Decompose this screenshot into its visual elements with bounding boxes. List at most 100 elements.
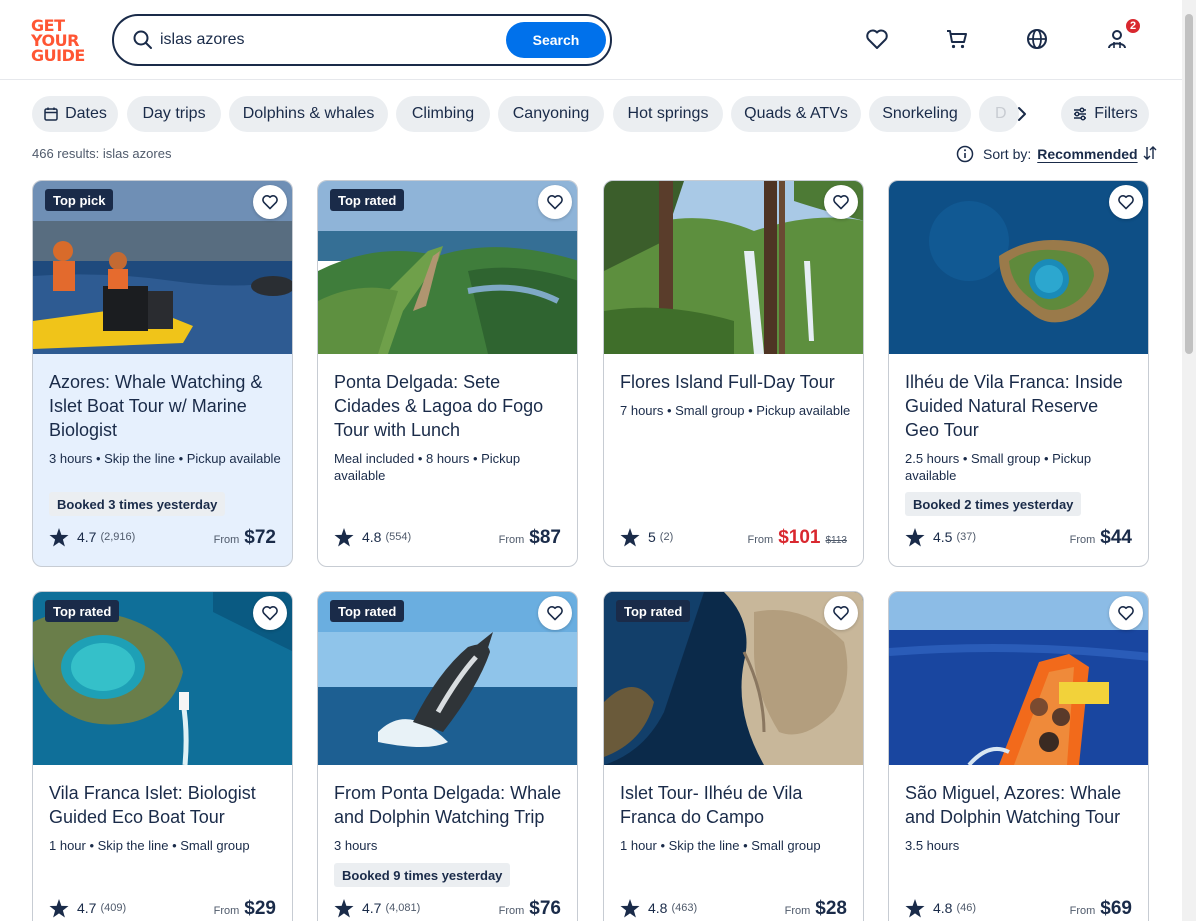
search-button[interactable]: Search	[506, 22, 606, 58]
price: From $28	[785, 898, 847, 921]
sliders-icon	[1072, 106, 1088, 122]
rating: 4.8 (554)	[334, 527, 411, 547]
activity-card[interactable]: São Miguel, Azores: Whale and Dolphin Wa…	[888, 591, 1149, 921]
wishlist-heart-icon[interactable]	[824, 596, 858, 630]
rating-value: 5	[648, 529, 656, 545]
top-rated-badge: Top rated	[330, 600, 405, 622]
filter-chip-bar: Dates Day trips Dolphins & whales Climbi…	[32, 96, 1150, 132]
price-amount: $44	[1100, 527, 1132, 548]
price-amount: $29	[244, 898, 276, 919]
price-from-label: From	[498, 534, 525, 546]
review-count: (46)	[956, 902, 977, 914]
activity-title[interactable]: Islet Tour- Ilhéu de Vila Franca do Camp…	[620, 781, 852, 829]
star-icon	[905, 527, 925, 547]
wishlist-heart-icon[interactable]	[864, 26, 890, 52]
calendar-icon	[43, 106, 59, 122]
activity-card[interactable]: Top rated Islet Tour- Ilhéu de Vila Fran…	[603, 591, 864, 921]
filters-label: Filters	[1094, 105, 1138, 122]
review-count: (2,916)	[100, 531, 136, 543]
filters-button[interactable]: Filters	[1061, 96, 1149, 132]
logo-line-3: GUIDE	[31, 45, 85, 65]
chip-snorkeling[interactable]: Snorkeling	[869, 96, 971, 132]
rating: 4.7 (2,916)	[49, 527, 135, 547]
wishlist-heart-icon[interactable]	[1109, 596, 1143, 630]
sort-control[interactable]: Sort by: Recommended	[956, 144, 1158, 164]
rating-value: 4.8	[648, 900, 668, 916]
chevron-right-icon[interactable]	[1012, 104, 1032, 124]
activity-title[interactable]: Flores Island Full-Day Tour	[620, 370, 852, 394]
activity-card[interactable]: Top rated Ponta Delgada: Sete Cidades & …	[317, 180, 578, 567]
price-from-label: From	[213, 534, 240, 546]
wishlist-heart-icon[interactable]	[538, 185, 572, 219]
chip-quads-atvs[interactable]: Quads & ATVs	[731, 96, 861, 132]
info-icon[interactable]	[956, 145, 974, 163]
rating-value: 4.5	[933, 529, 953, 545]
activity-title[interactable]: From Ponta Delgada: Whale and Dolphin Wa…	[334, 781, 566, 829]
chip-hot-springs[interactable]: Hot springs	[613, 96, 723, 132]
wishlist-heart-icon[interactable]	[1109, 185, 1143, 219]
site-header: GET YOUR GUIDE Search 2	[0, 0, 1182, 80]
activity-details: 3.5 hours	[905, 838, 960, 853]
cart-icon[interactable]	[944, 26, 970, 52]
price: From $72	[214, 527, 276, 551]
activity-card[interactable]: Flores Island Full-Day Tour 7 hours • Sm…	[603, 180, 864, 567]
top-rated-badge: Top rated	[45, 600, 120, 622]
scrollbar-thumb[interactable]	[1185, 14, 1193, 354]
rating: 5 (2)	[620, 527, 673, 547]
price-from-label: From	[1069, 534, 1096, 546]
activity-details: 7 hours • Small group • Pickup available	[620, 403, 851, 418]
activity-details: 1 hour • Skip the line • Small group	[49, 838, 250, 853]
price: From $44	[1070, 527, 1132, 551]
wishlist-heart-icon[interactable]	[253, 596, 287, 630]
getyourguide-logo[interactable]: GET YOUR GUIDE	[31, 16, 91, 64]
activity-title[interactable]: Ilhéu de Vila Franca: Inside Guided Natu…	[905, 370, 1137, 442]
activity-card[interactable]: Top rated From Ponta Delgada: Whale and …	[317, 591, 578, 921]
chip-climbing[interactable]: Climbing	[396, 96, 490, 132]
top-rated-badge: Top rated	[616, 600, 691, 622]
price: From $69	[1070, 898, 1132, 921]
rating-value: 4.7	[77, 529, 97, 545]
search-bar[interactable]: Search	[112, 14, 612, 66]
review-count: (37)	[956, 531, 977, 543]
activity-title[interactable]: São Miguel, Azores: Whale and Dolphin Wa…	[905, 781, 1137, 829]
activity-title[interactable]: Azores: Whale Watching & Islet Boat Tour…	[49, 370, 281, 442]
price: From $29	[214, 898, 276, 921]
sort-value[interactable]: Recommended	[1037, 146, 1137, 162]
rating-value: 4.8	[933, 900, 953, 916]
rating: 4.5 (37)	[905, 527, 976, 547]
chip-day-trips[interactable]: Day trips	[127, 96, 221, 132]
activity-details: Meal included • 8 hours • Pickup availab…	[334, 451, 521, 483]
globe-icon[interactable]	[1024, 26, 1050, 52]
wishlist-heart-icon[interactable]	[253, 185, 287, 219]
chip-canyoning[interactable]: Canyoning	[498, 96, 604, 132]
rating: 4.8 (463)	[620, 898, 697, 918]
activity-card[interactable]: Top pick Azores: Whale Watching & Islet …	[32, 180, 293, 567]
activity-title[interactable]: Ponta Delgada: Sete Cidades & Lagoa do F…	[334, 370, 566, 442]
wishlist-heart-icon[interactable]	[538, 596, 572, 630]
booked-badge: Booked 9 times yesterday	[334, 863, 511, 887]
results-count: 466 results: islas azores	[32, 146, 172, 161]
chip-dates[interactable]: Dates	[32, 96, 118, 132]
activity-details: 3 hours • Skip the line • Pickup availab…	[49, 451, 281, 466]
activity-details: 3 hours	[334, 838, 378, 853]
review-count: (463)	[671, 902, 698, 914]
search-input[interactable]	[160, 26, 500, 54]
top-rated-badge: Top rated	[330, 189, 405, 211]
activity-title[interactable]: Vila Franca Islet: Biologist Guided Eco …	[49, 781, 281, 829]
star-icon	[334, 527, 354, 547]
booked-badge: Booked 2 times yesterday	[905, 492, 1082, 516]
activity-card[interactable]: Ilhéu de Vila Franca: Inside Guided Natu…	[888, 180, 1149, 567]
page-scrollbar[interactable]	[1182, 0, 1196, 921]
review-count: (4,081)	[385, 902, 421, 914]
chip-dolphins-whales[interactable]: Dolphins & whales	[229, 96, 388, 132]
star-icon	[49, 527, 69, 547]
activity-card[interactable]: Top rated Vila Franca Islet: Biologist G…	[32, 591, 293, 921]
rating-value: 4.8	[362, 529, 382, 545]
rating: 4.8 (46)	[905, 898, 976, 918]
sort-label: Sort by:	[983, 146, 1032, 162]
star-icon	[620, 527, 640, 547]
star-icon	[620, 898, 640, 918]
wishlist-heart-icon[interactable]	[824, 185, 858, 219]
price-from-label: From	[747, 534, 774, 546]
price-from-label: From	[213, 905, 240, 917]
